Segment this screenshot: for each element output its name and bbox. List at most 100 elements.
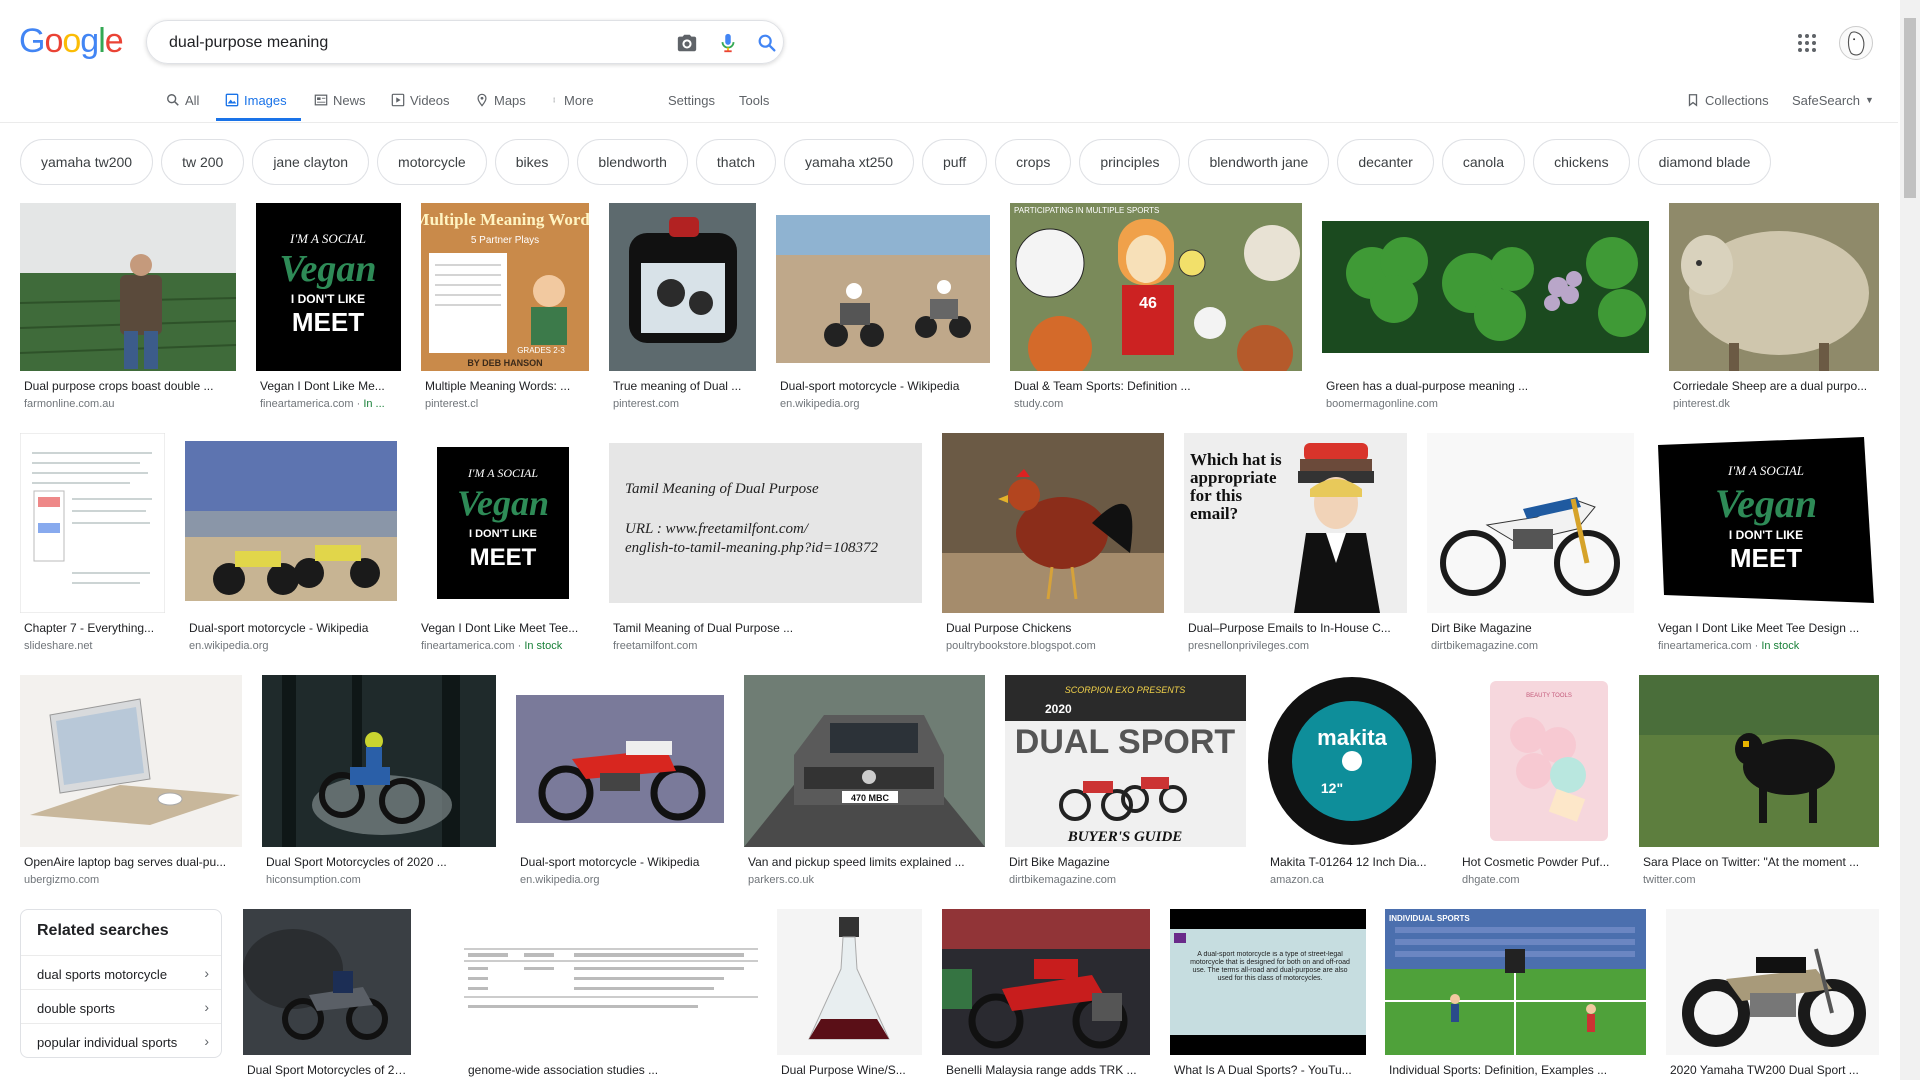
image-result[interactable]: I'M A SOCIAL Vegan I DON'T LIKE MEET Veg… [256,203,401,413]
chip[interactable]: principles [1079,139,1181,185]
chip[interactable]: diamond blade [1637,139,1772,185]
image-result[interactable]: PARTICIPATING IN MULTIPLE SPORTS 46 Dual… [1010,203,1302,413]
image-result[interactable]: Corriedale Sheep are a dual purpo... pin… [1669,203,1879,413]
result-caption[interactable]: Multiple Meaning Words: ... [425,379,589,393]
result-caption[interactable]: Dual Purpose Wine/S... [781,1063,922,1077]
image-result[interactable]: 470 MBC Van and pickup speed limits expl… [744,675,985,889]
tab-images[interactable]: Images [225,90,287,110]
image-result[interactable]: Dual-sport motorcycle - Wikipedia en.wik… [776,203,990,413]
chip[interactable]: puff [922,139,988,185]
scrollbar-thumb[interactable] [1904,18,1916,198]
result-caption[interactable]: Vegan I Dont Like Me... [260,379,401,393]
result-caption[interactable]: Corriedale Sheep are a dual purpo... [1673,379,1879,393]
search-input[interactable] [167,31,651,55]
image-result[interactable]: 2020 Yamaha TW200 Dual Sport ... [1666,909,1879,1080]
image-result[interactable]: Tamil Meaning of Dual Purpose URL : www.… [609,433,922,655]
chip[interactable]: chickens [1533,139,1630,185]
result-caption[interactable]: True meaning of Dual ... [613,379,756,393]
image-result[interactable]: INDIVIDUAL SPORTS Individual Sports: Def… [1385,909,1646,1080]
chip[interactable]: canola [1441,139,1526,185]
chip[interactable]: blendworth [577,139,688,185]
image-result[interactable]: Benelli Malaysia range adds TRK ... [942,909,1150,1080]
tools-link[interactable]: Tools [739,90,769,110]
tab-more[interactable]: More [553,90,594,110]
image-result[interactable]: BEAUTY TOOLS Hot Cosmetic Powder Puf... … [1458,675,1639,889]
image-result[interactable]: A dual-sport motorcycle is a type of str… [1170,909,1366,1080]
search-icon[interactable] [756,32,778,54]
result-caption[interactable]: Chapter 7 - Everything... [24,621,165,635]
microphone-icon[interactable] [717,32,739,54]
result-caption[interactable]: Dual purpose crops boast double ... [24,379,236,393]
chip[interactable]: motorcycle [377,139,487,185]
result-caption[interactable]: Green has a dual-purpose meaning ... [1326,379,1649,393]
result-caption[interactable]: 2020 Yamaha TW200 Dual Sport ... [1670,1063,1879,1077]
chip[interactable]: blendworth jane [1188,139,1330,185]
camera-icon[interactable] [676,32,698,54]
image-result[interactable]: True meaning of Dual ... pinterest.com [609,203,756,413]
result-caption[interactable]: Tamil Meaning of Dual Purpose ... [613,621,922,635]
related-search-item[interactable]: double sports › [21,989,221,1023]
result-caption[interactable]: Dirt Bike Magazine [1431,621,1634,635]
image-result[interactable]: Dual purpose crops boast double ... farm… [20,203,236,413]
chip[interactable]: jane clayton [252,139,370,185]
image-result[interactable]: Which hat is appropriate for this email?… [1184,433,1407,655]
result-caption[interactable]: Van and pickup speed limits explained ..… [748,855,985,869]
image-result[interactable]: Dual Sport Motorcycles of 2020 ... [243,909,411,1080]
related-search-item[interactable]: popular individual sports › [21,1023,221,1057]
image-result[interactable]: Dual-sport motorcycle - Wikipedia en.wik… [185,433,397,655]
result-caption[interactable]: Makita T-01264 12 Inch Dia... [1270,855,1438,869]
page-scrollbar[interactable] [1900,0,1920,1080]
collections-link[interactable]: Collections [1686,90,1769,110]
result-caption[interactable]: Vegan I Dont Like Meet Tee Design ... [1658,621,1879,635]
image-result[interactable]: genome-wide association studies ... [464,909,758,1080]
result-caption[interactable]: Vegan I Dont Like Meet Tee... [421,621,589,635]
image-result[interactable]: SCORPION EXO PRESENTS 2020 DUAL SPORT BU… [1005,675,1246,889]
result-caption[interactable]: genome-wide association studies ... [468,1063,758,1077]
result-caption[interactable]: Individual Sports: Definition, Examples … [1389,1063,1646,1077]
result-caption[interactable]: Dual-sport motorcycle - Wikipedia [780,379,990,393]
image-result[interactable]: Dual Purpose Wine/S... [777,909,922,1080]
account-avatar[interactable] [1839,26,1873,60]
image-result[interactable]: makita 12" Makita T-01264 12 Inch Dia...… [1266,675,1438,889]
result-caption[interactable]: Sara Place on Twitter: "At the moment ..… [1643,855,1879,869]
apps-grid-icon[interactable] [1797,33,1817,53]
image-result[interactable]: I'M A SOCIAL Vegan I DON'T LIKE MEET Veg… [1654,433,1879,655]
image-result[interactable]: OpenAire laptop bag serves dual-pu... ub… [20,675,242,889]
chip[interactable]: tw 200 [161,139,245,185]
safesearch-dropdown[interactable]: SafeSearch ▼ [1792,90,1874,110]
image-result[interactable]: Dual Purpose Chickens poultrybookstore.b… [942,433,1164,655]
result-caption[interactable]: Dual-sport motorcycle - Wikipedia [189,621,397,635]
result-caption[interactable]: Dual Sport Motorcycles of 2020 ... [247,1063,411,1077]
result-caption[interactable]: Dual–Purpose Emails to In-House C... [1188,621,1407,635]
result-caption[interactable]: Dual-sport motorcycle - Wikipedia [520,855,724,869]
chip[interactable]: crops [995,139,1072,185]
image-result[interactable]: Dirt Bike Magazine dirtbikemagazine.com [1427,433,1634,655]
tab-maps[interactable]: Maps [475,90,526,110]
related-search-item[interactable]: dual sports motorcycle › [21,955,221,989]
chip[interactable]: decanter [1337,139,1434,185]
image-result[interactable]: Sara Place on Twitter: "At the moment ..… [1639,675,1879,889]
image-result[interactable]: Dual-sport motorcycle - Wikipedia en.wik… [516,675,724,889]
tab-videos[interactable]: Videos [391,90,450,110]
google-logo[interactable]: Google [19,22,124,61]
result-caption[interactable]: What Is A Dual Sports? - YouTu... [1174,1063,1366,1077]
result-caption[interactable]: Dual & Team Sports: Definition ... [1014,379,1302,393]
image-result[interactable]: Multiple Meaning Words 5 Partner Plays G… [421,203,589,413]
result-caption[interactable]: OpenAire laptop bag serves dual-pu... [24,855,242,869]
image-result[interactable]: I'M A SOCIAL Vegan I DON'T LIKE MEET Veg… [417,433,589,655]
tab-news[interactable]: News [314,90,366,110]
image-result[interactable]: Green has a dual-purpose meaning ... boo… [1322,203,1649,413]
chip[interactable]: yamaha tw200 [20,139,154,185]
result-caption[interactable]: Dual Sport Motorcycles of 2020 ... [266,855,496,869]
chip[interactable]: thatch [695,139,777,185]
chip[interactable]: yamaha xt250 [784,139,914,185]
result-caption[interactable]: Benelli Malaysia range adds TRK ... [946,1063,1150,1077]
settings-link[interactable]: Settings [668,90,715,110]
image-result[interactable]: Chapter 7 - Everything... slideshare.net [20,433,165,655]
image-result[interactable]: Dual Sport Motorcycles of 2020 ... hicon… [262,675,496,889]
tab-all[interactable]: All [166,90,199,110]
result-caption[interactable]: Dual Purpose Chickens [946,621,1164,635]
chip[interactable]: bikes [494,139,570,185]
result-caption[interactable]: Hot Cosmetic Powder Puf... [1462,855,1639,869]
result-caption[interactable]: Dirt Bike Magazine [1009,855,1246,869]
